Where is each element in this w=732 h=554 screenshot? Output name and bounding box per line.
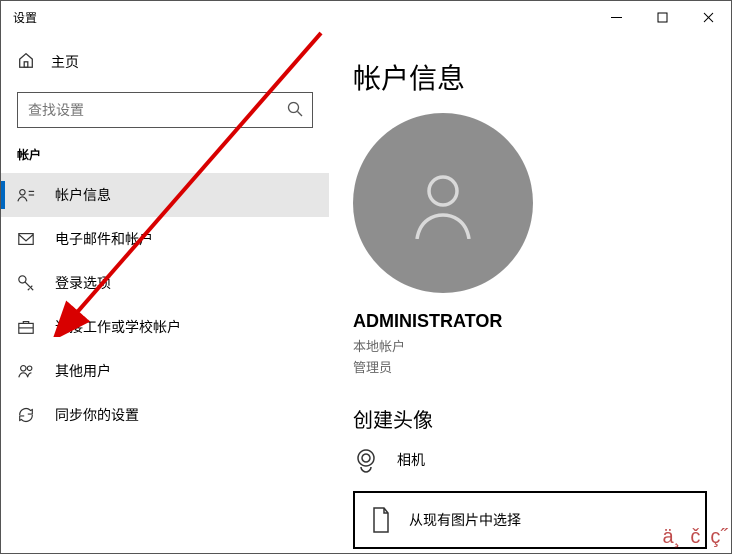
nav-label: 其他用户 [55,361,111,381]
sync-icon [17,406,35,424]
browse-label: 从现有图片中选择 [409,510,521,530]
avatar [353,113,533,293]
watermark: ä¸ č ç˝ [663,526,727,549]
briefcase-icon [17,318,35,336]
page-title: 帐户信息 [353,57,707,97]
nav-label: 同步你的设置 [55,405,139,425]
main-panel: 帐户信息 ADMINISTRATOR 本地帐户 管理员 创建头像 相机 从现有图… [329,33,731,553]
nav-label: 帐户信息 [55,185,111,205]
create-avatar-heading: 创建头像 [353,404,707,433]
person-card-icon [17,186,35,204]
username: ADMINISTRATOR [353,311,707,332]
camera-option[interactable]: 相机 [353,447,707,473]
section-label: 帐户 [1,146,329,173]
camera-icon [353,447,379,473]
nav-item-signin-options[interactable]: 登录选项 [1,261,329,305]
mail-icon [17,230,35,248]
account-role: 管理员 [353,357,707,376]
account-type: 本地帐户 [353,336,707,355]
window-controls [593,1,731,33]
search-icon [287,101,303,122]
home-button[interactable]: 主页 [1,41,329,82]
camera-label: 相机 [397,450,425,470]
nav-item-sync[interactable]: 同步你的设置 [1,393,329,437]
people-icon [17,362,35,380]
nav-label: 连接工作或学校帐户 [55,317,181,337]
nav-item-other-users[interactable]: 其他用户 [1,349,329,393]
nav-item-email[interactable]: 电子邮件和帐户 [1,217,329,261]
search-input[interactable] [17,92,313,128]
close-button[interactable] [685,1,731,33]
browse-option[interactable]: 从现有图片中选择 [353,491,707,549]
nav-item-work-school[interactable]: 连接工作或学校帐户 [1,305,329,349]
search-box[interactable] [17,92,313,128]
nav-item-account-info[interactable]: 帐户信息 [1,173,329,217]
file-icon [371,507,391,533]
maximize-button[interactable] [639,1,685,33]
titlebar: 设置 [1,1,731,33]
home-icon [17,51,35,72]
key-icon [17,274,35,292]
nav-label: 登录选项 [55,273,111,293]
nav-label: 电子邮件和帐户 [55,229,153,249]
sidebar: 主页 帐户 帐户信息 电子邮件和帐户 [1,33,329,553]
minimize-button[interactable] [593,1,639,33]
window-title: 设置 [13,9,37,26]
home-label: 主页 [51,52,79,72]
